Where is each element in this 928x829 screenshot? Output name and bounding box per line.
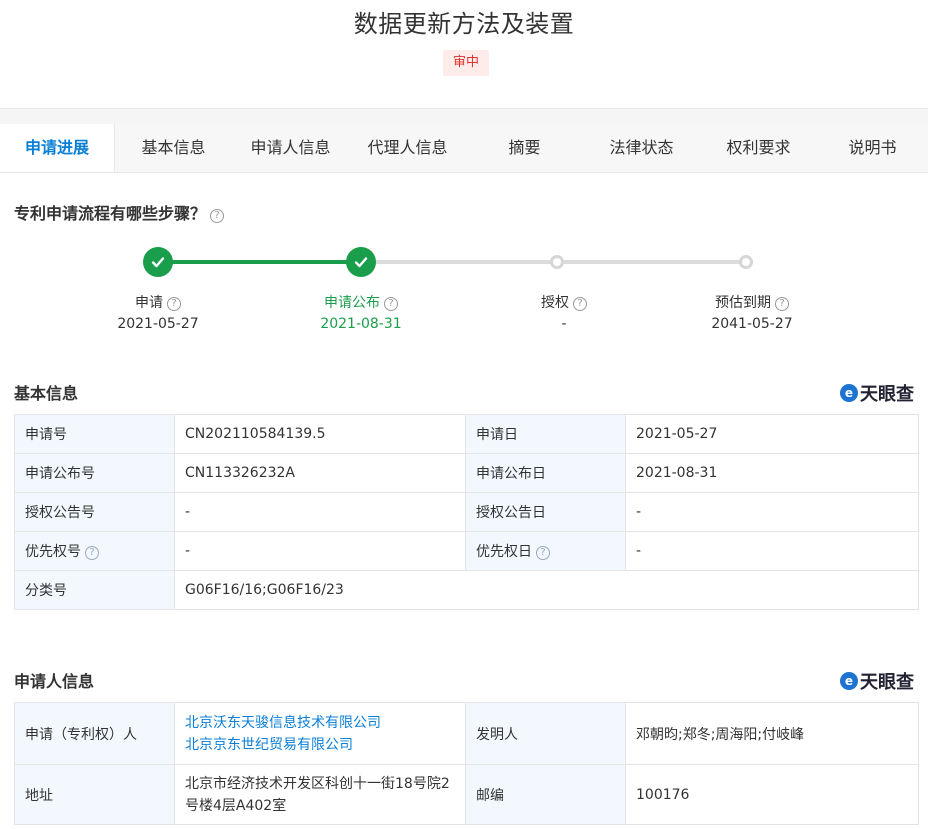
cell-value: 2021-05-27 bbox=[625, 414, 919, 454]
applicant-info-title: 申请人信息 bbox=[14, 672, 95, 691]
tianyancha-icon: e bbox=[840, 384, 858, 402]
step-date-expiry: 2041-05-27 bbox=[711, 316, 793, 332]
help-icon[interactable]: ? bbox=[384, 297, 398, 311]
check-icon bbox=[143, 247, 173, 277]
tab-agent-info[interactable]: 代理人信息 bbox=[349, 124, 466, 172]
cell-value: CN202110584139.5 bbox=[174, 414, 466, 454]
cell-value: - bbox=[625, 531, 919, 571]
step-label-grant: 授权? bbox=[494, 292, 634, 312]
divider bbox=[0, 108, 928, 124]
help-icon[interactable]: ? bbox=[775, 297, 789, 311]
step-label-publish: 申请公布? bbox=[291, 292, 431, 312]
basic-info-title: 基本信息 bbox=[14, 384, 79, 403]
tab-legal-status[interactable]: 法律状态 bbox=[583, 124, 700, 172]
cell-label: 地址 bbox=[14, 764, 175, 825]
applicant-link[interactable]: 北京沃东天骏信息技术有限公司 bbox=[185, 712, 455, 734]
tab-applicant-info[interactable]: 申请人信息 bbox=[232, 124, 349, 172]
progress-track-done bbox=[158, 260, 361, 264]
tab-abstract[interactable]: 摘要 bbox=[466, 124, 583, 172]
cell-label: 发明人 bbox=[465, 702, 626, 765]
basic-info-table: 申请号 CN202110584139.5 申请日 2021-05-27 申请公布… bbox=[14, 414, 919, 610]
help-icon[interactable]: ? bbox=[536, 546, 550, 560]
table-row: 授权公告号 - 授权公告日 - bbox=[14, 492, 919, 532]
cell-value: - bbox=[174, 492, 466, 532]
pending-dot-icon bbox=[739, 255, 753, 269]
cell-value: G06F16/16;G06F16/23 bbox=[174, 570, 919, 610]
tab-bar: 申请进展 基本信息 申请人信息 代理人信息 摘要 法律状态 权利要求 说明书 bbox=[0, 124, 928, 173]
tab-claims[interactable]: 权利要求 bbox=[700, 124, 817, 172]
check-icon bbox=[346, 247, 376, 277]
cell-value: 北京市经济技术开发区科创十一街18号院2号楼4层A402室 bbox=[174, 764, 466, 825]
cell-label: 申请日 bbox=[465, 414, 626, 454]
brand-logo[interactable]: e 天眼查 bbox=[840, 668, 914, 694]
status-badge: 审中 bbox=[443, 50, 489, 76]
table-row: 申请号 CN202110584139.5 申请日 2021-05-27 bbox=[14, 414, 919, 454]
cell-value: 北京沃东天骏信息技术有限公司 北京京东世纪贸易有限公司 bbox=[174, 702, 466, 765]
table-row: 优先权号? - 优先权日? - bbox=[14, 531, 919, 571]
cell-label: 授权公告号 bbox=[14, 492, 175, 532]
help-icon[interactable]: ? bbox=[167, 297, 181, 311]
step-label-expiry: 预估到期? bbox=[682, 292, 822, 312]
step-date-publish: 2021-08-31 bbox=[320, 316, 402, 332]
cell-label: 邮编 bbox=[465, 764, 626, 825]
progress-steps: 申请? 2021-05-27 申请公布? 2021-08-31 授权? - 预估… bbox=[0, 240, 928, 340]
step-date-grant: - bbox=[561, 316, 567, 332]
cell-label: 申请（专利权）人 bbox=[14, 702, 175, 765]
page-title: 数据更新方法及装置 bbox=[353, 10, 575, 38]
cell-value: CN113326232A bbox=[174, 453, 466, 493]
cell-label: 优先权号? bbox=[14, 531, 175, 571]
table-row: 申请（专利权）人 北京沃东天骏信息技术有限公司 北京京东世纪贸易有限公司 发明人… bbox=[14, 702, 919, 765]
step-label-apply: 申请? bbox=[88, 292, 228, 312]
help-icon[interactable]: ? bbox=[573, 297, 587, 311]
table-row: 分类号 G06F16/16;G06F16/23 bbox=[14, 570, 919, 610]
cell-label: 申请公布号 bbox=[14, 453, 175, 493]
cell-value: 邓朝昀;郑冬;周海阳;付岐峰 bbox=[625, 702, 919, 765]
page-header: 数据更新方法及装置 审中 bbox=[0, 0, 928, 110]
cell-label: 授权公告日 bbox=[465, 492, 626, 532]
cell-value: 2021-08-31 bbox=[625, 453, 919, 493]
applicant-link[interactable]: 北京京东世纪贸易有限公司 bbox=[185, 734, 455, 756]
tab-basic-info[interactable]: 基本信息 bbox=[115, 124, 232, 172]
help-icon[interactable]: ? bbox=[210, 209, 225, 223]
cell-label: 分类号 bbox=[14, 570, 175, 610]
tianyancha-icon: e bbox=[840, 672, 858, 690]
tab-progress[interactable]: 申请进展 bbox=[0, 124, 115, 172]
brand-logo[interactable]: e 天眼查 bbox=[840, 380, 914, 406]
cell-value: - bbox=[174, 531, 466, 571]
process-title: 专利申请流程有哪些步骤？? bbox=[14, 200, 225, 224]
table-row: 地址 北京市经济技术开发区科创十一街18号院2号楼4层A402室 邮编 1001… bbox=[14, 764, 919, 825]
table-row: 申请公布号 CN113326232A 申请公布日 2021-08-31 bbox=[14, 453, 919, 493]
step-date-apply: 2021-05-27 bbox=[117, 316, 199, 332]
cell-label: 申请号 bbox=[14, 414, 175, 454]
cell-value: 100176 bbox=[625, 764, 919, 825]
applicant-info-table: 申请（专利权）人 北京沃东天骏信息技术有限公司 北京京东世纪贸易有限公司 发明人… bbox=[14, 702, 919, 825]
cell-value: - bbox=[625, 492, 919, 532]
cell-label: 申请公布日 bbox=[465, 453, 626, 493]
cell-label: 优先权日? bbox=[465, 531, 626, 571]
help-icon[interactable]: ? bbox=[85, 546, 99, 560]
pending-dot-icon bbox=[550, 255, 564, 269]
tab-description[interactable]: 说明书 bbox=[817, 124, 928, 172]
